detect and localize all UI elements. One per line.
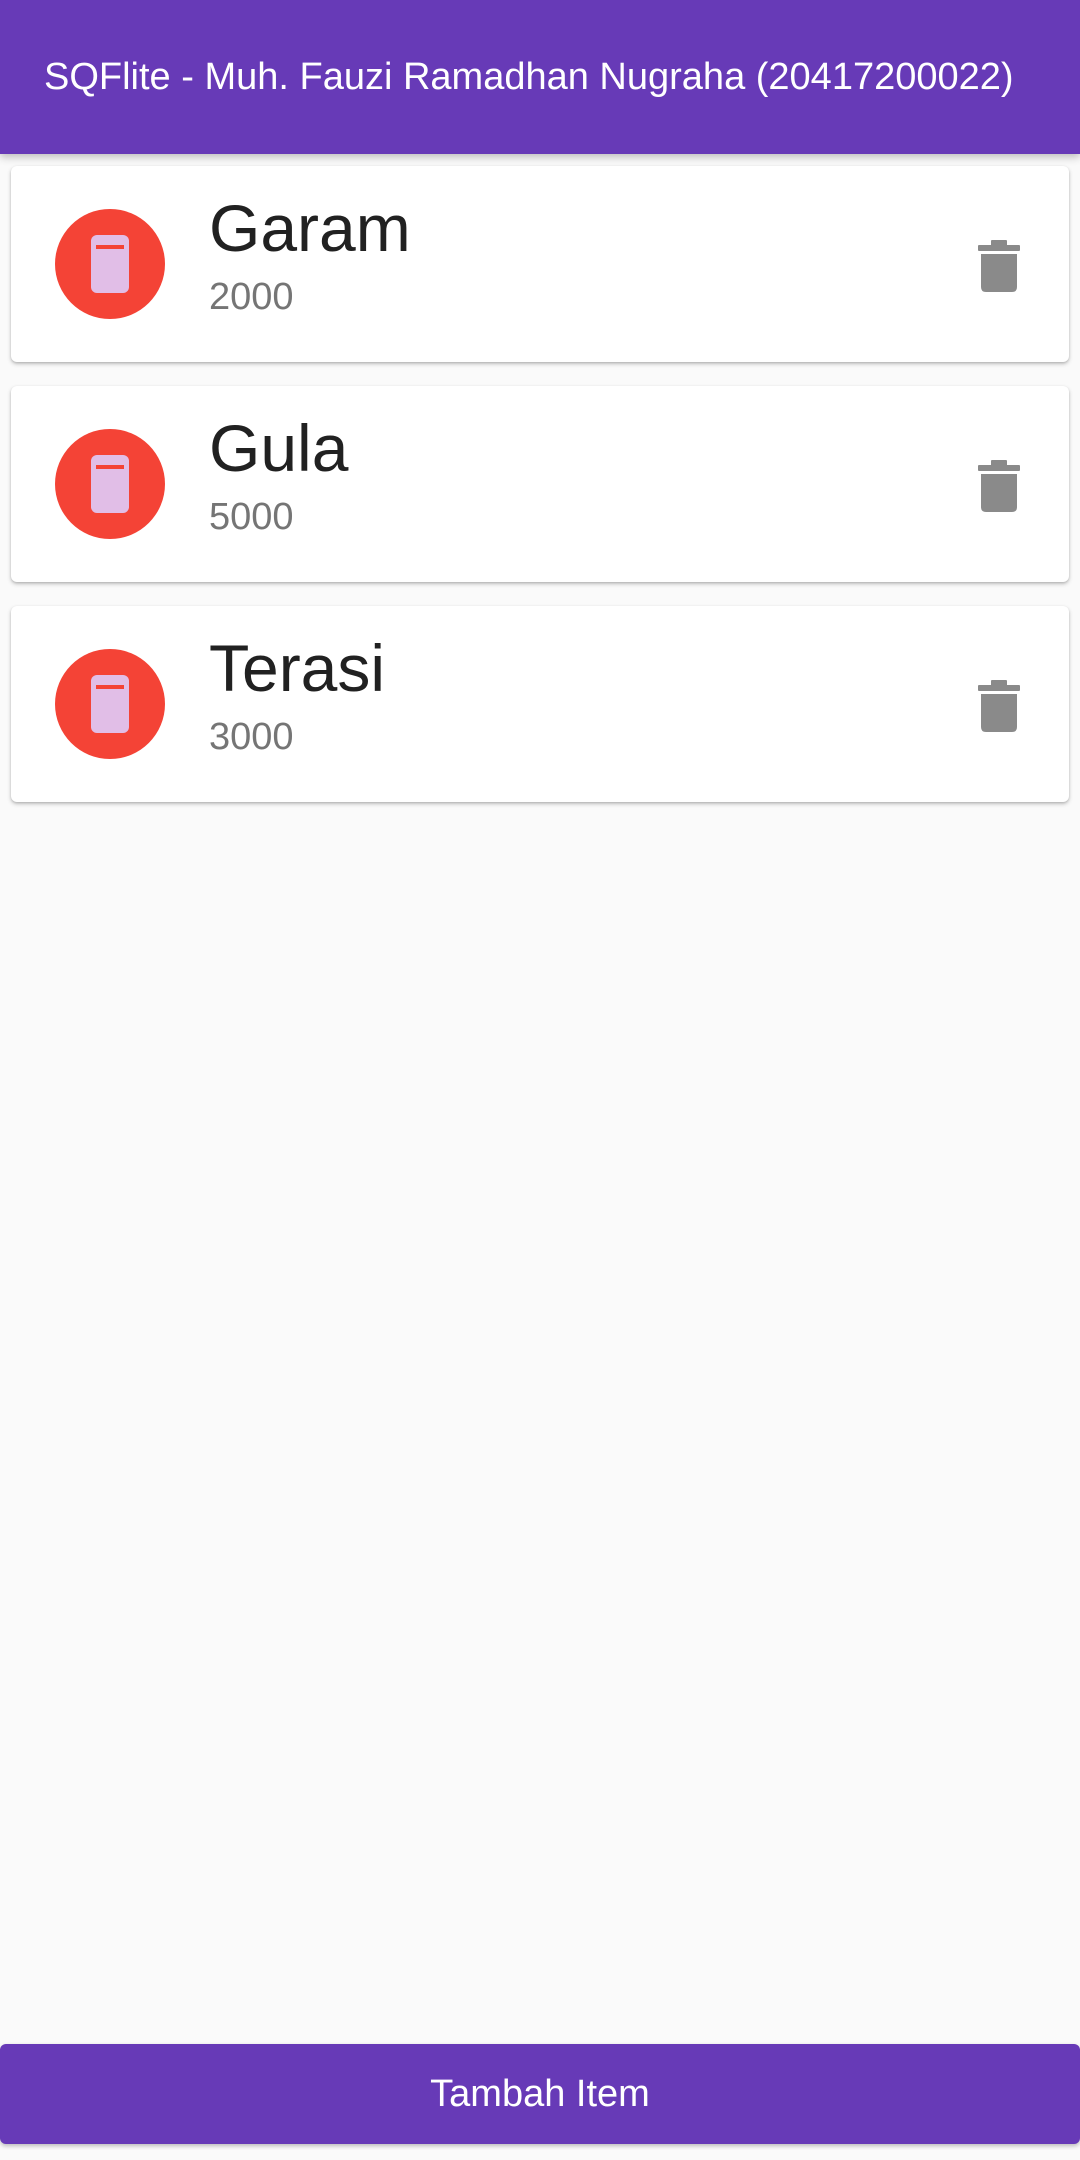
phone-icon (91, 455, 129, 513)
delete-button[interactable] (967, 234, 1031, 298)
app-title: SQFlite - Muh. Fauzi Ramadhan Nugraha (2… (44, 55, 1014, 98)
delete-button[interactable] (967, 454, 1031, 518)
delete-button[interactable] (967, 674, 1031, 738)
trash-icon (978, 240, 1020, 292)
add-item-button-label: Tambah Item (430, 2072, 650, 2115)
item-title: Terasi (209, 631, 386, 705)
item-title: Garam (209, 191, 411, 265)
phone-icon (91, 675, 129, 733)
item-avatar (55, 429, 165, 539)
item-subtitle: 3000 (209, 716, 294, 758)
item-subtitle: 2000 (209, 276, 294, 318)
list-item[interactable]: Gula 5000 (11, 386, 1069, 582)
phone-icon (91, 235, 129, 293)
list-item[interactable]: Garam 2000 (11, 166, 1069, 362)
item-avatar (55, 209, 165, 319)
app-bar: SQFlite - Muh. Fauzi Ramadhan Nugraha (2… (0, 0, 1080, 154)
trash-icon (978, 680, 1020, 732)
item-avatar (55, 649, 165, 759)
list-item[interactable]: Terasi 3000 (11, 606, 1069, 802)
trash-icon (978, 460, 1020, 512)
item-list: Garam 2000 Gula 5000 Terasi 3000 (11, 166, 1069, 826)
item-title: Gula (209, 411, 349, 485)
item-subtitle: 5000 (209, 496, 294, 538)
add-item-button[interactable]: Tambah Item (0, 2044, 1080, 2144)
